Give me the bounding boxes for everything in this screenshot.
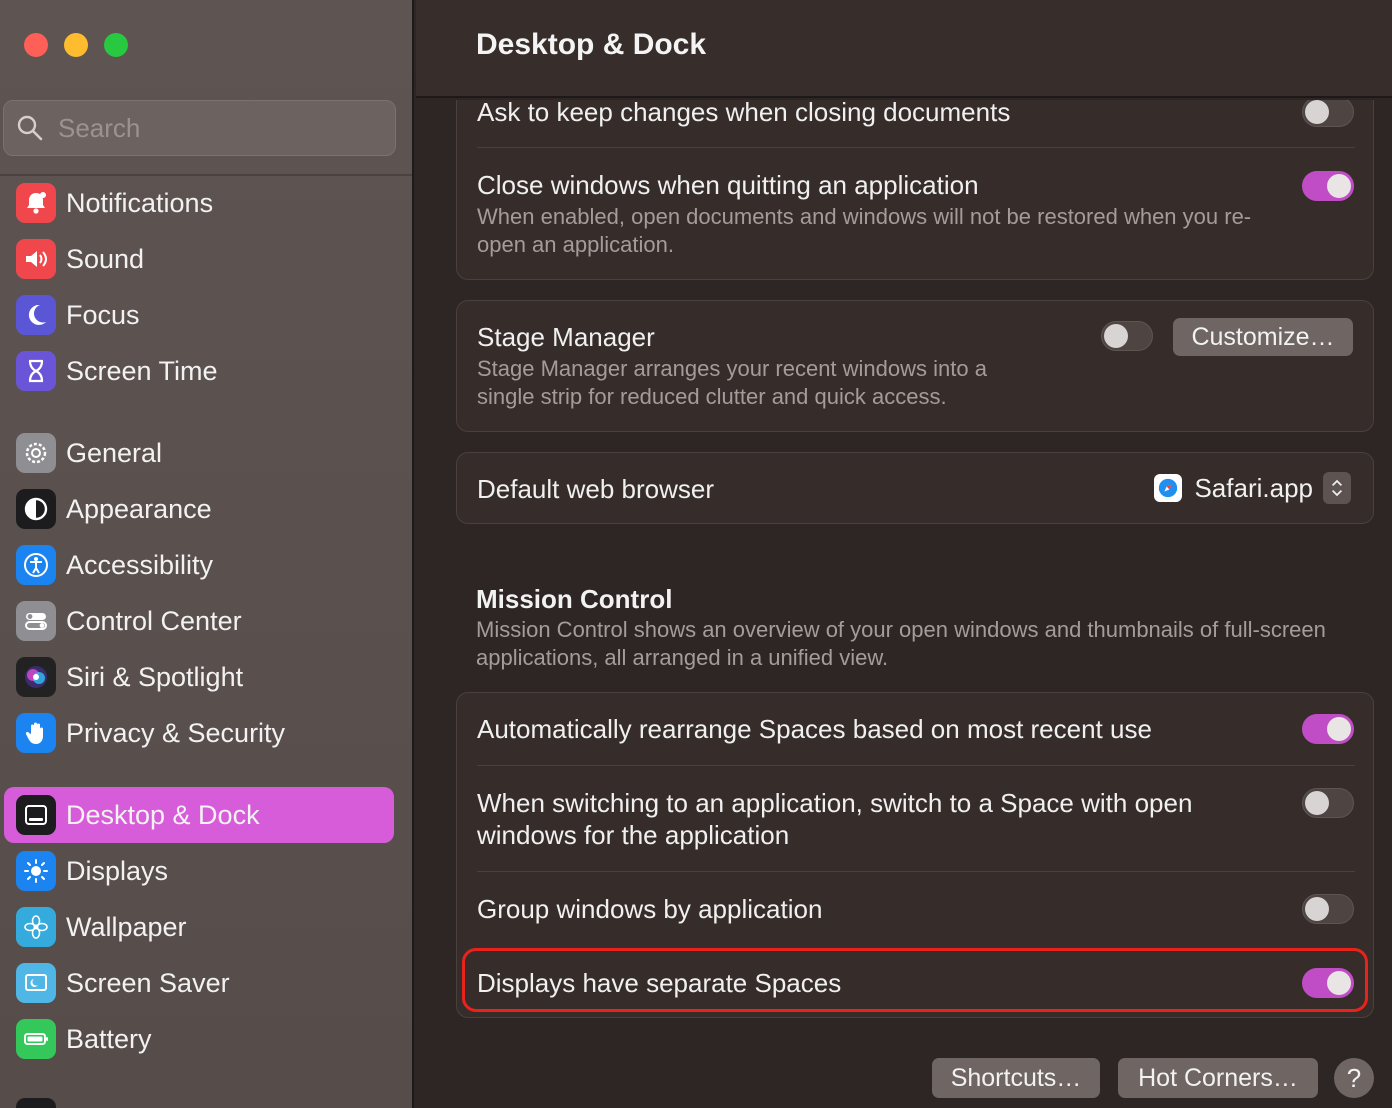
switch-space-row: When switching to an application, switch…	[477, 787, 1277, 851]
separate-spaces-label: Displays have separate Spaces	[477, 968, 842, 998]
sidebar-item-label: Privacy & Security	[66, 717, 286, 748]
search-field[interactable]	[3, 100, 396, 156]
switch-space-toggle[interactable]	[1302, 788, 1354, 818]
close-windows-description: When enabled, open documents and windows…	[477, 204, 1252, 257]
sidebar-item-label: General	[66, 437, 163, 468]
sidebar-item-label: Notifications	[66, 187, 214, 218]
zoom-window-button[interactable]	[104, 33, 128, 57]
row-separator	[477, 147, 1355, 148]
dock-icon	[16, 795, 56, 835]
sun-icon	[16, 851, 56, 891]
sidebar-item-wallpaper[interactable]: Wallpaper	[4, 899, 394, 955]
siri-icon	[16, 657, 56, 697]
sidebar-item-sound[interactable]: Sound	[4, 231, 394, 287]
group-windows-label: Group windows by application	[477, 894, 823, 924]
row-separator	[477, 765, 1355, 766]
mission-control-card: Automatically rearrange Spaces based on …	[456, 692, 1374, 1018]
help-button[interactable]: ?	[1334, 1058, 1374, 1098]
window-controls	[24, 33, 128, 57]
group-windows-row: Group windows by application	[477, 893, 1355, 925]
sidebar-item-appearance[interactable]: Appearance	[4, 481, 394, 537]
sidebar-item-focus[interactable]: Focus	[4, 287, 394, 343]
sidebar-item-label: Screen Time	[66, 355, 218, 386]
sidebar-item-screen-saver[interactable]: Screen Saver	[4, 955, 394, 1011]
close-windows-toggle[interactable]	[1302, 171, 1354, 201]
main-pane: Desktop & Dock Ask to keep changes when …	[416, 0, 1392, 1108]
sidebar-item-displays[interactable]: Displays	[4, 843, 394, 899]
sidebar-item-label: Control Center	[66, 605, 242, 636]
sidebar-item-battery[interactable]: Battery	[4, 1011, 394, 1067]
sidebar-item-label: Appearance	[66, 493, 212, 524]
hand-icon	[16, 713, 56, 753]
close-window-button[interactable]	[24, 33, 48, 57]
default-browser-card: Default web browser Safari.app	[456, 452, 1374, 524]
sidebar-item-partial-icon	[16, 1098, 56, 1108]
sidebar-item-accessibility[interactable]: Accessibility	[4, 537, 394, 593]
stage-manager-description: Stage Manager arranges your recent windo…	[477, 356, 987, 409]
rearrange-spaces-toggle[interactable]	[1302, 714, 1354, 744]
default-browser-value: Safari.app	[1194, 472, 1313, 503]
sidebar-item-label: Accessibility	[66, 549, 214, 580]
hourglass-icon	[16, 351, 56, 391]
mission-control-description: Mission Control shows an overview of you…	[476, 617, 1326, 670]
group-windows-toggle[interactable]	[1302, 894, 1354, 924]
sidebar-item-control-center[interactable]: Control Center	[4, 593, 394, 649]
close-windows-label: Close windows when quitting an applicati…	[477, 170, 979, 200]
shortcuts-button[interactable]: Shortcuts…	[932, 1058, 1100, 1098]
sidebar-item-notifications[interactable]: Notifications	[4, 175, 394, 231]
mission-control-heading: Mission Control	[476, 584, 673, 614]
stage-manager-card: Stage Manager Stage Manager arranges you…	[456, 300, 1374, 432]
safari-icon	[1154, 474, 1183, 502]
ask-keep-changes-toggle[interactable]	[1302, 100, 1354, 127]
settings-content: Ask to keep changes when closing documen…	[416, 100, 1392, 1108]
documents-card: Ask to keep changes when closing documen…	[456, 100, 1374, 280]
search-input[interactable]	[58, 112, 378, 144]
customize-button[interactable]: Customize…	[1173, 318, 1353, 356]
appearance-icon	[16, 489, 56, 529]
separate-spaces-row: Displays have separate Spaces	[477, 967, 1355, 999]
ask-keep-changes-row: Ask to keep changes when closing documen…	[477, 100, 1355, 128]
sidebar-item-general[interactable]: General	[4, 425, 394, 481]
close-windows-row: Close windows when quitting an applicati…	[477, 169, 1355, 259]
sidebar-item-label: Siri & Spotlight	[66, 661, 244, 692]
separate-spaces-toggle[interactable]	[1302, 968, 1354, 998]
sidebar-item-label: Battery	[66, 1023, 152, 1054]
sidebar: Notifications Sound Focus Screen Time Ge…	[0, 0, 414, 1108]
sidebar-item-screen-time[interactable]: Screen Time	[4, 343, 394, 399]
speaker-icon	[16, 239, 56, 279]
battery-icon	[16, 1019, 56, 1059]
ask-keep-changes-label: Ask to keep changes when closing documen…	[477, 100, 1011, 127]
default-browser-popup[interactable]: Safari.app	[1154, 471, 1351, 505]
sidebar-item-label: Sound	[66, 243, 145, 274]
moon-icon	[16, 295, 56, 335]
hot-corners-button[interactable]: Hot Corners…	[1118, 1058, 1318, 1098]
control-center-icon	[16, 601, 56, 641]
titlebar: Desktop & Dock	[416, 0, 1392, 98]
minimize-window-button[interactable]	[64, 33, 88, 57]
sidebar-item-label: Wallpaper	[66, 911, 187, 942]
switch-space-label: When switching to an application, switch…	[477, 788, 1193, 850]
sidebar-item-privacy-security[interactable]: Privacy & Security	[4, 705, 394, 761]
sidebar-item-label: Desktop & Dock	[66, 799, 260, 830]
screensaver-icon	[16, 963, 56, 1003]
bell-icon	[16, 183, 56, 223]
sidebar-item-label: Displays	[66, 855, 169, 886]
gear-icon	[16, 433, 56, 473]
sidebar-item-label: Focus	[66, 299, 140, 330]
rearrange-spaces-label: Automatically rearrange Spaces based on …	[477, 714, 1152, 744]
accessibility-icon	[16, 545, 56, 585]
stage-manager-toggle[interactable]	[1101, 321, 1153, 351]
flower-icon	[16, 907, 56, 947]
rearrange-spaces-row: Automatically rearrange Spaces based on …	[477, 713, 1355, 745]
page-title: Desktop & Dock	[476, 28, 707, 61]
sidebar-item-desktop-dock[interactable]: Desktop & Dock	[4, 787, 394, 843]
sidebar-item-siri-spotlight[interactable]: Siri & Spotlight	[4, 649, 394, 705]
chevron-updown-icon	[1323, 472, 1351, 504]
row-separator	[477, 871, 1355, 872]
search-icon	[17, 115, 43, 141]
sidebar-item-label: Screen Saver	[66, 967, 230, 998]
